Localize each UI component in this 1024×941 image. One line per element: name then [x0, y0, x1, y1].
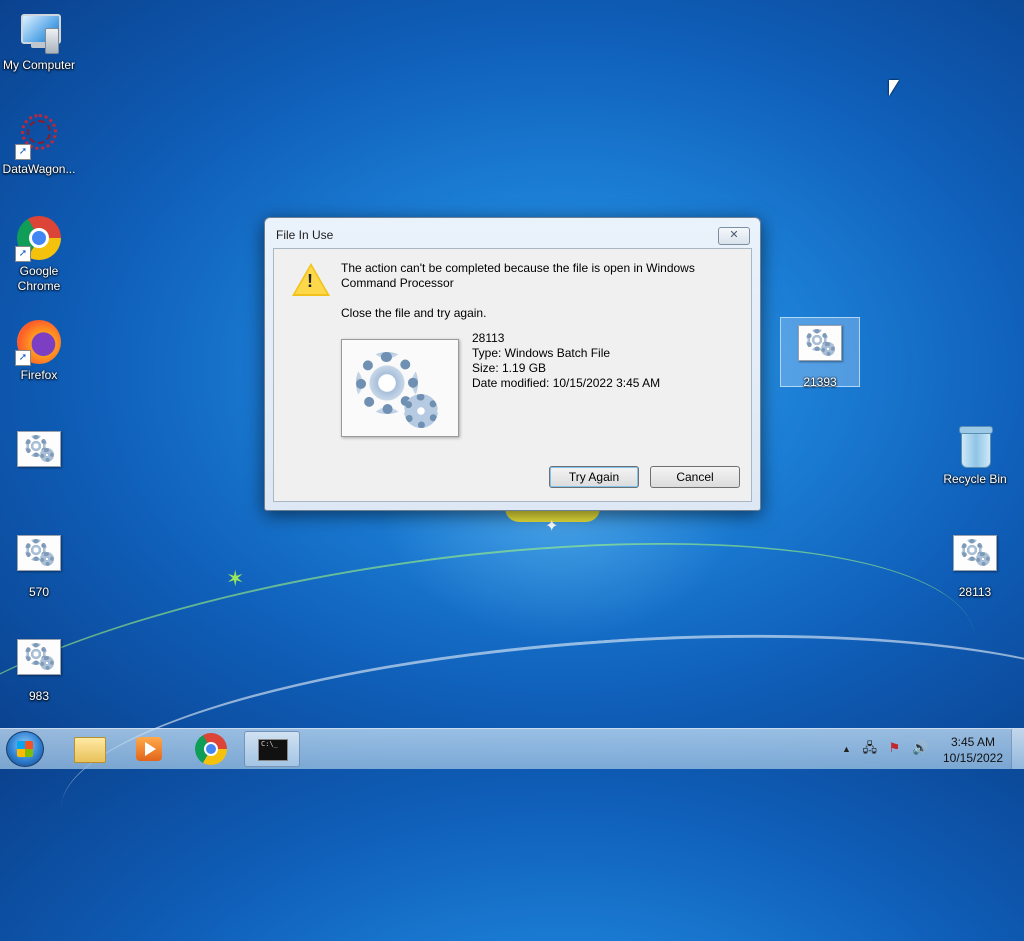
file-type: Type: Windows Batch File	[472, 346, 611, 360]
windows-logo-icon	[17, 741, 33, 757]
system-tray: ▲ 🖧 ⚑ 🔊	[842, 739, 936, 761]
firefox-icon: ➚	[15, 318, 63, 366]
volume-icon[interactable]: 🔊	[912, 740, 928, 755]
chrome-icon: ➚	[15, 214, 63, 262]
batch-file-icon	[951, 535, 999, 583]
desktop-icon-28113[interactable]: 28113	[936, 528, 1014, 600]
wallpaper-star: ✶	[226, 566, 245, 591]
desktop-icon-label: My Computer	[2, 58, 76, 72]
desktop-icon-983[interactable]: 983	[0, 632, 78, 704]
desktop-icon-datawagon[interactable]: ➚ DataWagon...	[0, 112, 78, 177]
batch-file-icon	[796, 325, 844, 373]
taskbar-explorer[interactable]	[60, 731, 116, 767]
dialog-instruction: Close the file and try again.	[341, 306, 487, 320]
close-icon[interactable]: ✕	[718, 227, 750, 245]
shortcut-arrow-icon: ➚	[15, 144, 31, 160]
desktop-icon-label: Google Chrome	[17, 264, 61, 293]
command-prompt-icon: C:\_	[258, 739, 288, 761]
desktop-icon-label: 570	[28, 585, 50, 599]
taskbar-media-player[interactable]	[120, 731, 176, 767]
mouse-cursor-icon	[889, 80, 899, 96]
batch-file-icon	[15, 639, 63, 687]
taskbar: C:\_ ▲ 🖧 ⚑ 🔊 3:45 AM 10/15/2022	[0, 728, 1024, 769]
file-date-modified: Date modified: 10/15/2022 3:45 AM	[472, 376, 661, 390]
clock[interactable]: 3:45 AM 10/15/2022	[938, 734, 1008, 766]
dialog-message: The action can't be completed because th…	[341, 261, 695, 290]
file-name: 28113	[472, 331, 505, 345]
desktop-icon-firefox[interactable]: ➚ Firefox	[0, 318, 78, 383]
taskbar-command-prompt[interactable]: C:\_	[244, 731, 300, 767]
desktop-icon-label: DataWagon...	[2, 162, 76, 176]
taskbar-chrome[interactable]	[183, 731, 239, 767]
dialog-body: ! The action can't be completed because …	[273, 248, 752, 502]
chrome-icon	[195, 733, 227, 765]
network-icon[interactable]: 🖧	[863, 740, 878, 755]
show-hidden-icons-arrow-icon[interactable]: ▲	[842, 744, 851, 754]
desktop-icon-21393[interactable]: 21393	[780, 317, 860, 389]
desktop-icon-label: 28113	[958, 585, 992, 599]
desktop-icon-recycle-bin[interactable]: Recycle Bin	[936, 422, 1014, 487]
desktop-icon-batch-file[interactable]	[0, 424, 78, 481]
clock-time: 3:45 AM	[950, 735, 996, 749]
try-again-button[interactable]: Try Again	[549, 466, 639, 488]
show-desktop-button[interactable]	[1011, 729, 1024, 769]
batch-file-icon	[15, 431, 63, 479]
desktop-icon-label: 21393	[803, 375, 837, 389]
desktop-icon-my-computer[interactable]: My Computer	[0, 8, 78, 73]
desktop-icon-label: Recycle Bin	[943, 472, 1007, 486]
warning-exclamation-icon: !	[307, 271, 313, 291]
batch-file-icon	[15, 535, 63, 583]
shortcut-arrow-icon: ➚	[15, 350, 31, 366]
file-in-use-dialog: File In Use ✕ ! The action can't be comp…	[264, 217, 761, 511]
start-button[interactable]	[6, 731, 44, 767]
desktop-icon-label: Firefox	[20, 368, 58, 382]
action-center-flag-icon[interactable]: ⚑	[889, 740, 901, 755]
file-size: Size: 1.19 GB	[472, 361, 547, 375]
shortcut-arrow-icon: ➚	[15, 246, 31, 262]
dialog-title: File In Use	[276, 228, 334, 242]
batch-file-icon	[341, 339, 459, 437]
media-player-icon	[136, 737, 162, 761]
recycle-bin-icon	[951, 422, 999, 470]
folder-icon	[74, 737, 106, 763]
file-details: 28113 Type: Windows Batch File Size: 1.1…	[472, 331, 660, 391]
computer-icon	[15, 8, 63, 56]
clock-date: 10/15/2022	[942, 751, 1004, 765]
cancel-button[interactable]: Cancel	[650, 466, 740, 488]
desktop-icon-label: 983	[28, 689, 50, 703]
datawagon-icon: ➚	[15, 112, 63, 160]
desktop-icon-570[interactable]: 570	[0, 528, 78, 600]
wallpaper-star: ✦	[545, 518, 559, 535]
desktop-icon-google-chrome[interactable]: ➚ Google Chrome	[0, 214, 78, 294]
